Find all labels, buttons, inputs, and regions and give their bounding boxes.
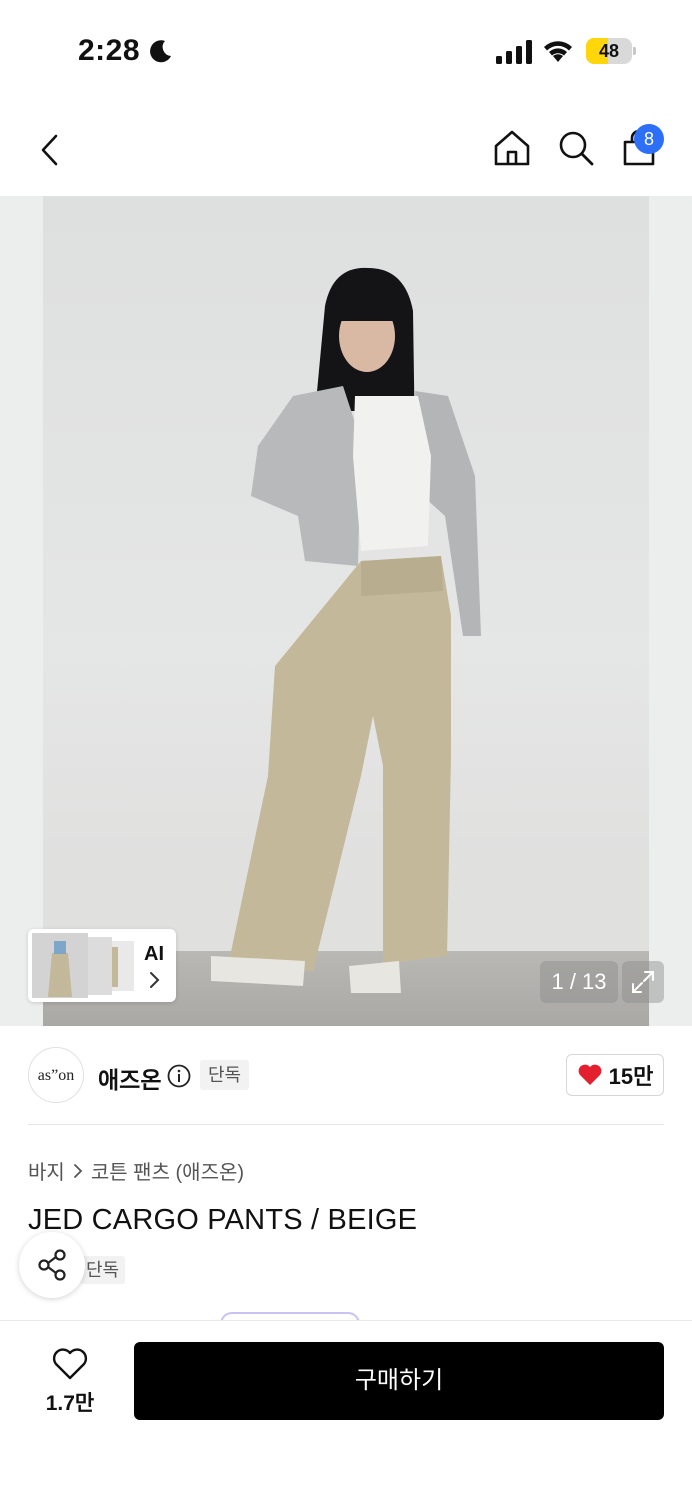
image-page-counter: 1 / 13: [540, 961, 618, 1003]
product-title: JED CARGO PANTS / BEIGE: [28, 1204, 418, 1236]
cellular-signal-icon: [496, 40, 532, 64]
chevron-right-icon: [73, 1163, 83, 1178]
fullscreen-button[interactable]: [622, 961, 664, 1003]
breadcrumb-item-subcategory[interactable]: 코튼 팬츠 (애즈온): [91, 1156, 244, 1185]
product-photo: [43, 196, 649, 1026]
bottom-action-bar: 1.7만 구매하기: [0, 1320, 692, 1500]
expand-icon: [632, 971, 654, 993]
top-navigation: [0, 110, 692, 190]
battery-indicator: 48: [586, 38, 636, 64]
share-icon: [38, 1249, 66, 1281]
product-exclusive-badge: 단독: [80, 1256, 126, 1284]
info-icon[interactable]: [167, 1064, 191, 1088]
back-button[interactable]: [28, 128, 72, 172]
home-button[interactable]: [490, 126, 534, 170]
wifi-icon: [544, 41, 572, 62]
wishlist-count: 1.7만: [45, 1392, 95, 1415]
brand-like-button[interactable]: 15만: [566, 1054, 664, 1096]
status-time: 2:28: [78, 34, 141, 67]
search-button[interactable]: [554, 126, 598, 170]
battery-level: 48: [598, 41, 620, 61]
heart-outline-icon: [52, 1348, 88, 1380]
product-image-gallery[interactable]: AI 1 / 13: [0, 196, 692, 1026]
moon-icon: [150, 40, 171, 63]
back-icon: [41, 134, 58, 166]
heart-filled-icon: [578, 1064, 602, 1085]
breadcrumb: 바지 코튼 팬츠 (애즈온): [28, 1156, 244, 1185]
cart-count-badge: 8: [634, 124, 664, 154]
exclusive-badge: 단독: [200, 1060, 250, 1090]
buy-button[interactable]: 구매하기: [134, 1342, 664, 1420]
share-button[interactable]: [19, 1232, 85, 1298]
thumbnail-preview: [32, 933, 134, 998]
section-divider: [28, 1124, 664, 1125]
ai-label: AI: [144, 943, 164, 965]
home-icon: [494, 130, 530, 166]
search-icon: [559, 131, 594, 166]
brand-logo[interactable]: as”on: [28, 1047, 84, 1103]
breadcrumb-item-category[interactable]: 바지: [28, 1156, 65, 1185]
wishlist-button[interactable]: 1.7만: [28, 1347, 112, 1417]
brand-row: as”on 애즈온 단독 15만: [0, 1044, 692, 1108]
ai-similar-items-button[interactable]: AI: [28, 929, 176, 1002]
status-bar: 2:28 48: [0, 0, 692, 100]
brand-like-count: 15만: [608, 1064, 654, 1089]
chevron-right-icon: [150, 972, 160, 988]
brand-name[interactable]: 애즈온: [98, 1061, 161, 1095]
model-figure: [211, 267, 481, 993]
